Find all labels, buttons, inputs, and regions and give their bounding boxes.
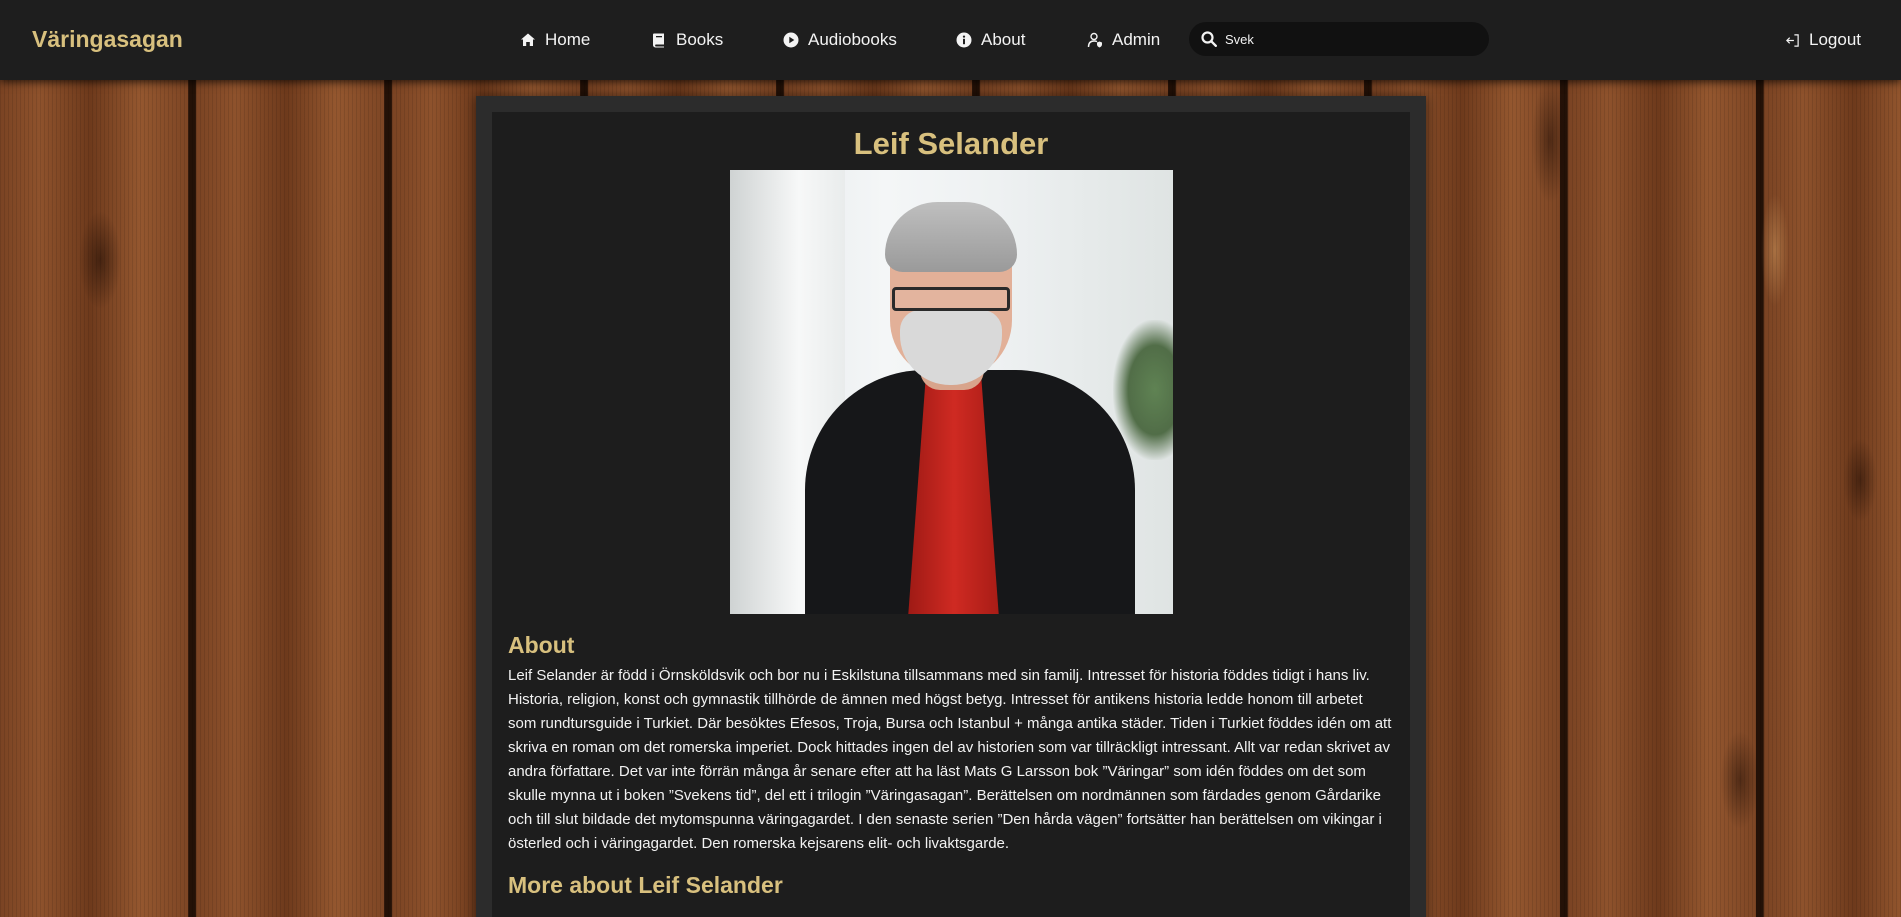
logout-label: Logout (1809, 30, 1861, 49)
play-circle-icon (783, 32, 799, 48)
nav-home-label: Home (545, 30, 591, 49)
nav-admin[interactable]: Admin (1087, 30, 1160, 50)
nav-audiobooks[interactable]: Audiobooks (783, 30, 897, 50)
info-circle-icon (956, 32, 972, 48)
user-shield-icon (1087, 32, 1102, 48)
brand-logo[interactable]: Väringasagan (32, 26, 183, 53)
nav-audiobooks-label: Audiobooks (808, 30, 897, 49)
more-about-heading: More about Leif Selander (508, 872, 783, 898)
nav-admin-label: Admin (1112, 30, 1161, 49)
book-icon (653, 33, 664, 48)
search-icon[interactable] (1201, 31, 1217, 47)
home-icon (521, 33, 535, 46)
nav-home[interactable]: Home (520, 30, 590, 50)
nav-books-label: Books (676, 30, 724, 49)
top-navbar: Väringasagan Home Books Audiobooks About (0, 0, 1901, 80)
nav-about[interactable]: About (956, 30, 1025, 50)
logout-icon (1786, 33, 1799, 47)
search-input[interactable] (1225, 31, 1465, 47)
author-card-body: Leif Selander About Leif Selander är föd… (492, 112, 1410, 917)
author-card: Leif Selander About Leif Selander är föd… (476, 96, 1426, 917)
about-text: Leif Selander är född i Örnsköldsvik och… (508, 667, 1392, 852)
nav-books[interactable]: Books (651, 30, 723, 50)
nav-about-label: About (981, 30, 1026, 49)
about-heading: About (508, 632, 575, 658)
author-portrait (729, 170, 1173, 614)
logout-button[interactable]: Logout (1785, 30, 1861, 50)
search-bar[interactable] (1189, 22, 1489, 56)
author-name-title: Leif Selander (853, 126, 1049, 161)
